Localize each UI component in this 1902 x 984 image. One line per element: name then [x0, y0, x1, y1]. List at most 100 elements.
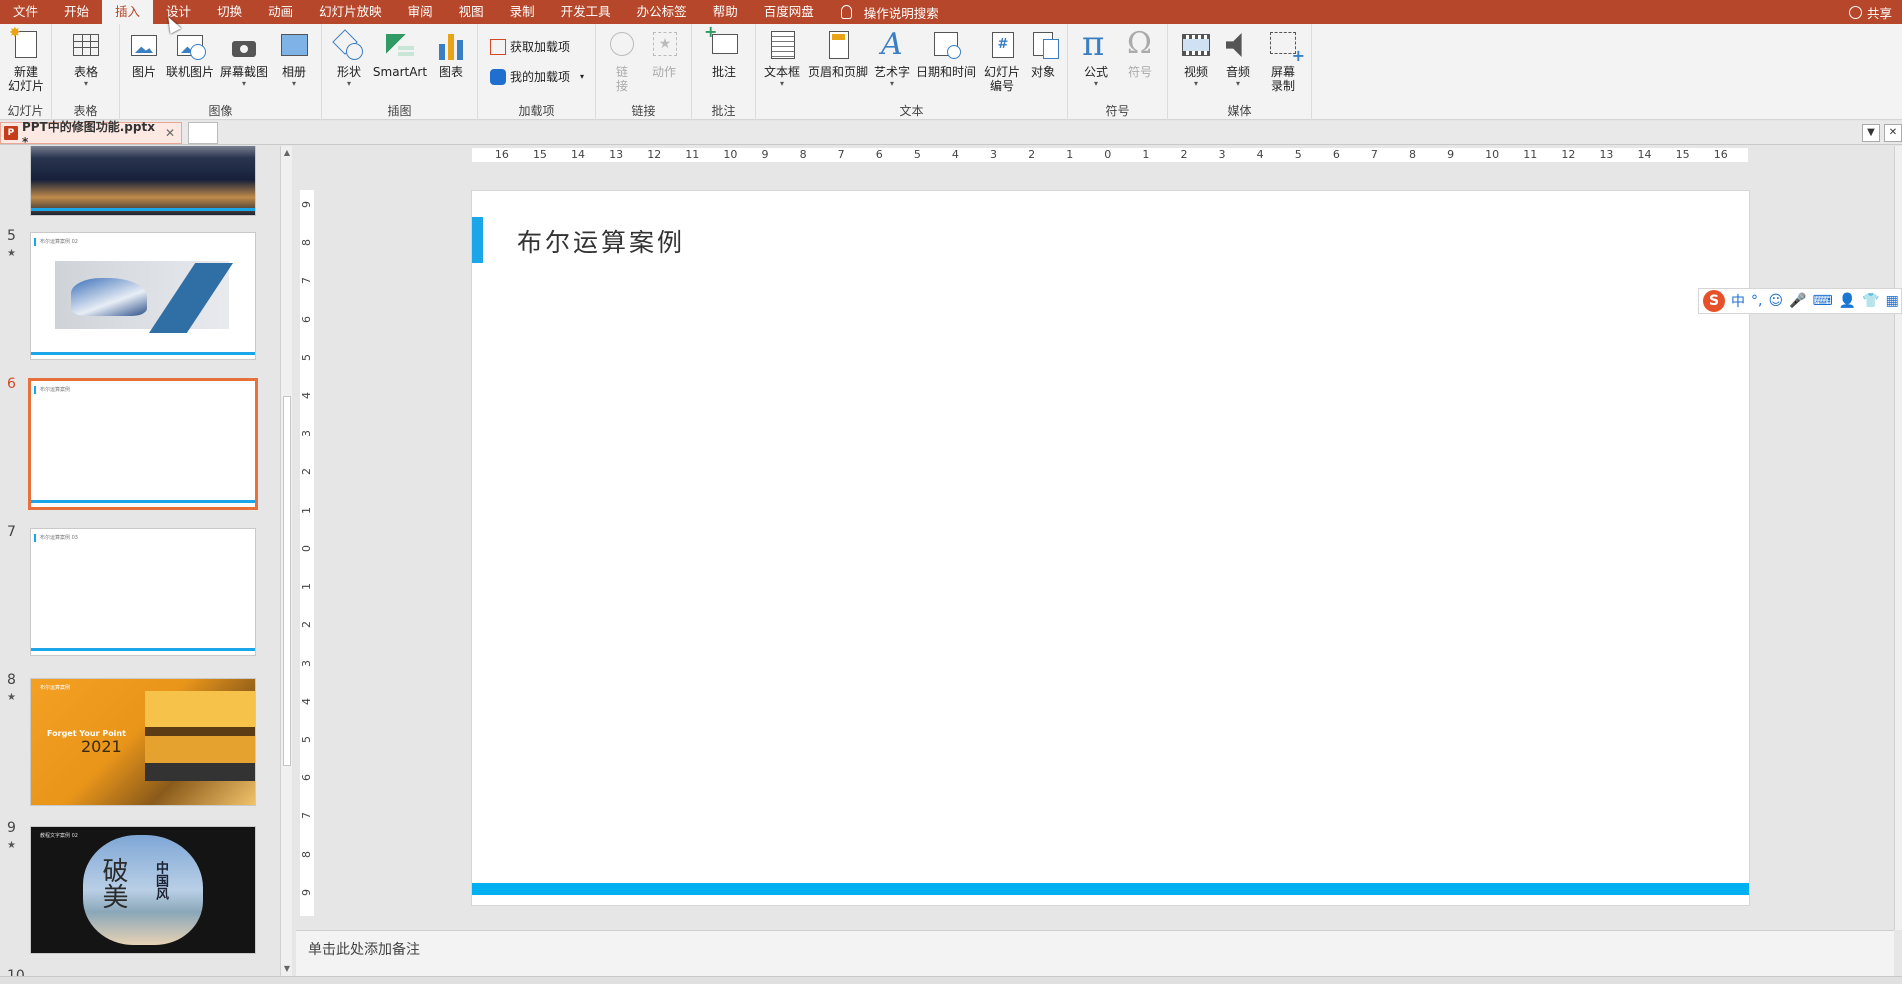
share-button[interactable]: 共享 [1848, 0, 1892, 24]
wordart-icon: A [881, 27, 903, 62]
shapes-button[interactable]: 形状 ▾ [330, 28, 368, 89]
toolbox-grid-icon[interactable]: ▦ [1886, 293, 1899, 309]
ime-punctuation[interactable]: °, [1751, 293, 1762, 309]
microphone-icon[interactable]: 🎤 [1789, 293, 1806, 309]
tab-slideshow[interactable]: 幻灯片放映 [306, 0, 395, 24]
textbox-button[interactable]: 文本框 ▾ [760, 28, 804, 89]
animation-star-icon: ★ [7, 692, 16, 703]
slide-canvas[interactable]: 布尔运算案例 [471, 190, 1750, 906]
chart-button[interactable]: 图表 [432, 28, 470, 79]
ruler-tick-label: 5 [913, 148, 921, 161]
ruler-tick-label: 13 [609, 148, 624, 161]
omega-icon: Ω [1127, 26, 1152, 61]
tab-transitions[interactable]: 切换 [204, 0, 255, 24]
tab-record[interactable]: 录制 [497, 0, 548, 24]
ruler-tick-label: 11 [685, 148, 700, 161]
chevron-down-icon: ▾ [241, 79, 246, 88]
action-button[interactable]: ★ 动作 [646, 28, 682, 79]
symbol-button[interactable]: Ω 符号 [1120, 26, 1160, 79]
slide-number: 6 [7, 376, 16, 392]
thumbnail-title: 布尔运算案例 02 [40, 239, 78, 245]
tab-view[interactable]: 视图 [446, 0, 497, 24]
camera-icon [227, 28, 261, 62]
screen-recording-button[interactable]: 屏幕 录制 [1262, 28, 1305, 93]
object-button[interactable]: 对象 [1024, 28, 1062, 79]
table-button[interactable]: 表格 ▾ [68, 28, 104, 89]
new-slide-button[interactable]: ✸ 新建 幻灯片 [4, 26, 48, 93]
tab-file[interactable]: 文件 [0, 0, 51, 24]
ruler-tick-label: 15 [1675, 148, 1690, 161]
sogou-logo-icon[interactable]: S [1703, 290, 1725, 312]
chevron-down-icon: ▾ [580, 72, 585, 81]
ruler-tick-label: 7 [300, 812, 313, 820]
tab-help[interactable]: 帮助 [700, 0, 751, 24]
slide-thumbnail[interactable]: 布尔运算案例 Forget Your Point 2021 [30, 678, 256, 806]
notes-pane[interactable]: 单击此处添加备注 [296, 930, 1894, 976]
wordart-button[interactable]: A 艺术字 ▾ [872, 28, 912, 89]
tab-baidu-netdisk[interactable]: 百度网盘 [751, 0, 827, 24]
thumbnail-scrollbar[interactable]: ▲ ▼ [280, 146, 292, 976]
tab-list-dropdown[interactable]: ▼ [1862, 124, 1880, 142]
person-icon [1848, 5, 1862, 19]
group-slides: ✸ 新建 幻灯片 幻灯片 [0, 24, 52, 120]
tab-developer[interactable]: 开发工具 [548, 0, 624, 24]
ruler-tick-label: 15 [532, 148, 547, 161]
slide-thumbnail[interactable]: 教程文字案例 02 中国风 破美 [30, 826, 256, 954]
slide-thumbnail[interactable]: 布尔运算案例 02 [30, 232, 256, 360]
ime-chinese-mode[interactable]: 中 [1731, 291, 1745, 311]
ruler-tick-label: 11 [1523, 148, 1538, 161]
my-addins-button[interactable]: 我的加载项 ▾ [490, 68, 584, 85]
document-tab[interactable]: P PPT中的修图功能.pptx * ✕ [0, 120, 182, 149]
close-icon[interactable]: ✕ [165, 126, 175, 140]
screenshot-button[interactable]: 屏幕截图 ▾ [218, 28, 270, 89]
tell-me-search[interactable]: 操作说明搜索 [840, 3, 939, 22]
tab-review[interactable]: 审阅 [395, 0, 446, 24]
get-addins-button[interactable]: 获取加载项 [490, 38, 570, 55]
online-picture-button[interactable]: 联机图片 [164, 28, 216, 79]
tab-home[interactable]: 开始 [51, 0, 102, 24]
group-media: 视频 ▾ 音频 ▾ 屏幕 录制 媒体 [1168, 24, 1312, 120]
editor-scrollbar[interactable] [1894, 146, 1902, 930]
equation-button[interactable]: π 公式 ▾ [1076, 26, 1116, 89]
keyboard-icon[interactable]: ⌨ [1813, 293, 1833, 309]
bar-chart-icon [434, 28, 468, 62]
scrollbar-thumb[interactable] [283, 396, 291, 766]
video-button[interactable]: 视频 ▾ [1176, 28, 1216, 89]
ribbon: ✸ 新建 幻灯片 幻灯片 表格 ▾ 表格 图片 联机图片 屏幕截图 ▾ 相册 ▾… [0, 24, 1902, 120]
header-footer-button[interactable]: 页眉和页脚 [806, 28, 870, 79]
slide-number-button[interactable]: # 幻灯片 编号 [980, 28, 1024, 93]
new-tab-button[interactable] [188, 122, 218, 144]
tab-insert[interactable]: 插入 [102, 0, 154, 24]
slide-thumbnail-selected[interactable]: 布尔运算案例 [28, 378, 258, 510]
photo-album-button[interactable]: 相册 ▾ [274, 28, 314, 89]
slide-title[interactable]: 布尔运算案例 [517, 223, 685, 259]
smartart-button[interactable]: SmartArt [372, 28, 428, 79]
user-icon[interactable]: 👤 [1839, 293, 1856, 309]
skin-shirt-icon[interactable]: 👕 [1862, 293, 1879, 309]
ruler-tick-label: 16 [1713, 148, 1728, 161]
tab-office-tab[interactable]: 办公标签 [624, 0, 700, 24]
picture-button[interactable]: 图片 [126, 28, 162, 79]
close-all-tabs-button[interactable]: ✕ [1884, 124, 1902, 142]
ruler-tick-label: 8 [1409, 148, 1416, 161]
slide-number: 7 [7, 524, 16, 540]
audio-button[interactable]: 音频 ▾ [1218, 28, 1258, 89]
slide-thumbnail[interactable] [30, 146, 256, 216]
scroll-up-arrow-icon[interactable]: ▲ [282, 148, 292, 158]
comment-button[interactable]: 批注 [704, 25, 742, 79]
sogou-ime-toolbar: S 中 °, ☺ 🎤 ⌨ 👤 👕 ▦ [1698, 288, 1902, 314]
link-button[interactable]: 链 接 [604, 28, 640, 93]
tab-animations[interactable]: 动画 [255, 0, 306, 24]
ruler-tick-label: 6 [300, 774, 313, 782]
ruler-tick-label: 8 [300, 239, 313, 247]
thumbnail-title: 教程文字案例 02 [40, 833, 78, 839]
group-label-links: 链接 [631, 104, 656, 118]
document-tab-strip: P PPT中的修图功能.pptx * ✕ ▼ ✕ [0, 120, 1902, 149]
tab-design[interactable]: 设计 [153, 0, 204, 24]
slide-thumbnail[interactable]: 布尔运算案例 03 [30, 528, 256, 656]
scroll-down-arrow-icon[interactable]: ▼ [282, 964, 292, 974]
ruler-tick-label: 8 [300, 850, 313, 858]
date-time-button[interactable]: 日期和时间 [914, 28, 978, 79]
vertical-ruler: 9 8 7 6 5 4 3 2 1 0 1 2 3 4 5 6 7 8 9 [300, 190, 314, 916]
emoji-icon[interactable]: ☺ [1768, 293, 1783, 309]
